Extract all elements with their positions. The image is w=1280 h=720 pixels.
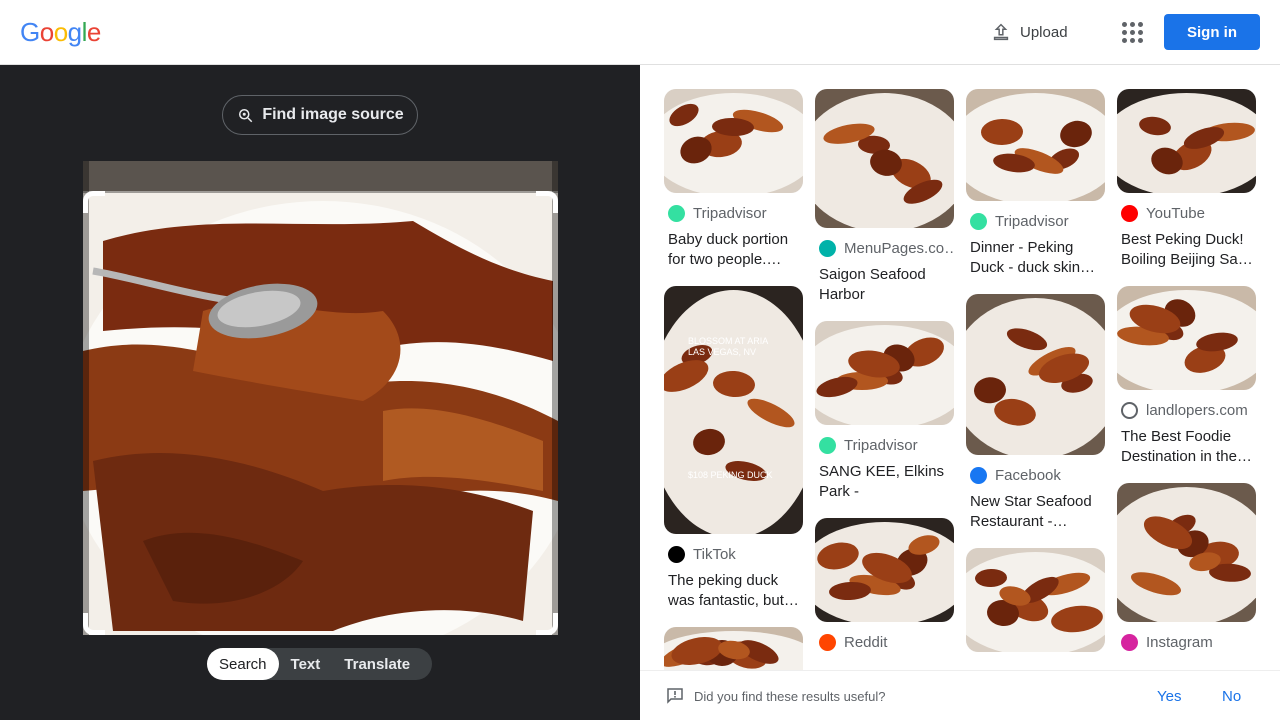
result-card[interactable]: Tripadvisor Baby duck portion for two peo… <box>664 89 803 270</box>
result-title[interactable]: Baby duck portion for two people.… <box>668 230 800 270</box>
tripadvisor-icon <box>668 205 685 222</box>
result-card[interactable]: Facebook New Star Seafood Restaurant -… <box>966 294 1105 532</box>
result-source[interactable]: Reddit <box>819 634 954 651</box>
result-thumbnail[interactable]: BLOSSOM AT ARIA LAS VEGAS, NV $108 PEKING… <box>664 286 803 534</box>
result-source[interactable]: Tripadvisor <box>819 437 954 454</box>
header: Google Upload Sign in <box>0 0 1280 65</box>
result-source-label: MenuPages.co… <box>844 240 954 257</box>
mode-tabs: Search Text Translate <box>207 648 432 680</box>
landlopers-icon <box>1121 402 1138 419</box>
feedback-no-button[interactable]: No <box>1222 688 1241 705</box>
result-card[interactable]: BLOSSOM AT ARIA LAS VEGAS, NV $108 PEKING… <box>664 286 803 611</box>
result-card[interactable]: MenuPages.co… Saigon Seafood Harbor Resta… <box>815 89 954 305</box>
logo-letter: G <box>20 17 40 47</box>
logo-letter: g <box>67 17 82 47</box>
crop-handle-bottom-right[interactable] <box>536 613 558 635</box>
result-card[interactable]: landlopers.com The Best Foodie Destinatio… <box>1117 286 1256 467</box>
result-source-label: Reddit <box>844 634 888 651</box>
visual-matches-grid: Tripadvisor Baby duck portion for two peo… <box>640 65 1280 670</box>
instagram-icon <box>1121 634 1138 651</box>
result-thumbnail[interactable] <box>1117 89 1256 193</box>
result-thumbnail[interactable] <box>664 627 803 670</box>
result-title[interactable]: The peking duck was fantastic, but… <box>668 571 800 611</box>
results-column: Tripadvisor Dinner - Peking Duck - duck s… <box>966 89 1105 668</box>
result-source-label: Tripadvisor <box>693 205 767 222</box>
feedback-bar: Did you find these results useful? Yes N… <box>640 670 1280 720</box>
result-source[interactable]: Facebook <box>970 467 1105 484</box>
result-source-label: Tripadvisor <box>995 213 1069 230</box>
result-source[interactable]: YouTube <box>1121 205 1256 222</box>
reddit-icon <box>819 634 836 651</box>
result-card[interactable]: Reddit <box>815 518 954 651</box>
result-card[interactable] <box>966 548 1105 652</box>
tripadvisor-icon <box>970 213 987 230</box>
find-image-source-label: Find image source <box>262 106 404 123</box>
logo-letter: o <box>53 17 68 47</box>
sign-in-button[interactable]: Sign in <box>1164 14 1260 50</box>
result-title[interactable]: The Best Foodie Destination in the… <box>1121 427 1253 467</box>
results-column: YouTube Best Peking Duck! Boiling Beijing… <box>1117 89 1256 667</box>
result-thumbnail[interactable] <box>966 548 1105 652</box>
result-title[interactable]: Dinner - Peking Duck - duck skin… <box>970 238 1102 278</box>
upload-icon <box>993 23 1009 41</box>
thumbnail-caption-bottom: $108 PEKING DUCK <box>688 470 773 480</box>
tab-translate[interactable]: Translate <box>332 648 422 680</box>
lens-search-icon <box>239 109 253 123</box>
result-source[interactable]: TikTok <box>668 546 803 563</box>
result-thumbnail[interactable] <box>815 518 954 622</box>
tiktok-icon <box>668 546 685 563</box>
result-title[interactable]: Best Peking Duck! Boiling Beijing Sa… <box>1121 230 1253 270</box>
result-card[interactable]: Instagram <box>1117 483 1256 651</box>
upload-label: Upload <box>1020 23 1068 41</box>
feedback-question: Did you find these results useful? <box>694 689 886 704</box>
result-title[interactable]: New Star Seafood Restaurant -… <box>970 492 1102 532</box>
result-thumbnail[interactable] <box>1117 483 1256 622</box>
find-image-source-button[interactable]: Find image source <box>222 95 418 135</box>
facebook-icon <box>970 467 987 484</box>
result-source-label: Facebook <box>995 467 1061 484</box>
google-logo[interactable]: Google <box>20 17 101 48</box>
result-source-label: landlopers.com <box>1146 402 1248 419</box>
result-thumbnail[interactable] <box>966 294 1105 455</box>
result-card[interactable]: Tripadvisor Dinner - Peking Duck - duck s… <box>966 89 1105 278</box>
result-title[interactable]: SANG KEE, Elkins Park - Restaurant… <box>819 462 951 502</box>
results-column: Tripadvisor Baby duck portion for two peo… <box>664 89 803 670</box>
apps-grid-icon[interactable] <box>1118 18 1146 46</box>
result-thumbnail[interactable] <box>966 89 1105 201</box>
result-source[interactable]: Tripadvisor <box>970 213 1105 230</box>
result-source[interactable]: MenuPages.co… <box>819 240 954 257</box>
crop-handle-top-right[interactable] <box>536 191 558 213</box>
result-card[interactable]: Tripadvisor SANG KEE, Elkins Park - Resta… <box>815 321 954 502</box>
result-thumbnail[interactable] <box>815 321 954 425</box>
result-source-label: YouTube <box>1146 205 1205 222</box>
result-source[interactable]: Tripadvisor <box>668 205 803 222</box>
tripadvisor-icon <box>819 437 836 454</box>
youtube-icon <box>1121 205 1138 222</box>
result-thumbnail[interactable] <box>815 89 954 228</box>
result-source[interactable]: landlopers.com <box>1121 402 1256 419</box>
crop-handle-bottom-left[interactable] <box>83 613 105 635</box>
crop-handle-top-left[interactable] <box>83 191 105 213</box>
result-thumbnail[interactable] <box>1117 286 1256 390</box>
result-title[interactable]: Saigon Seafood Harbor Restauran… <box>819 265 951 305</box>
crop-selection-box[interactable] <box>83 191 558 635</box>
result-source-label: Tripadvisor <box>844 437 918 454</box>
tab-search[interactable]: Search <box>207 648 279 680</box>
feedback-icon <box>667 688 683 704</box>
feedback-yes-button[interactable]: Yes <box>1157 688 1181 705</box>
results-column: MenuPages.co… Saigon Seafood Harbor Resta… <box>815 89 954 667</box>
thumbnail-caption-top: BLOSSOM AT ARIA LAS VEGAS, NV <box>688 336 768 357</box>
result-source-label: Instagram <box>1146 634 1213 651</box>
upload-button[interactable]: Upload <box>990 18 1068 46</box>
logo-letter: o <box>39 17 54 47</box>
result-thumbnail[interactable] <box>664 89 803 193</box>
result-card[interactable] <box>664 627 803 670</box>
menupages-icon <box>819 240 836 257</box>
result-source-label: TikTok <box>693 546 736 563</box>
result-source[interactable]: Instagram <box>1121 634 1256 651</box>
query-image-panel: Find image source Search Text Translate <box>0 65 640 720</box>
logo-letter: e <box>86 17 101 47</box>
result-card[interactable]: YouTube Best Peking Duck! Boiling Beijing… <box>1117 89 1256 270</box>
tab-text[interactable]: Text <box>279 648 333 680</box>
